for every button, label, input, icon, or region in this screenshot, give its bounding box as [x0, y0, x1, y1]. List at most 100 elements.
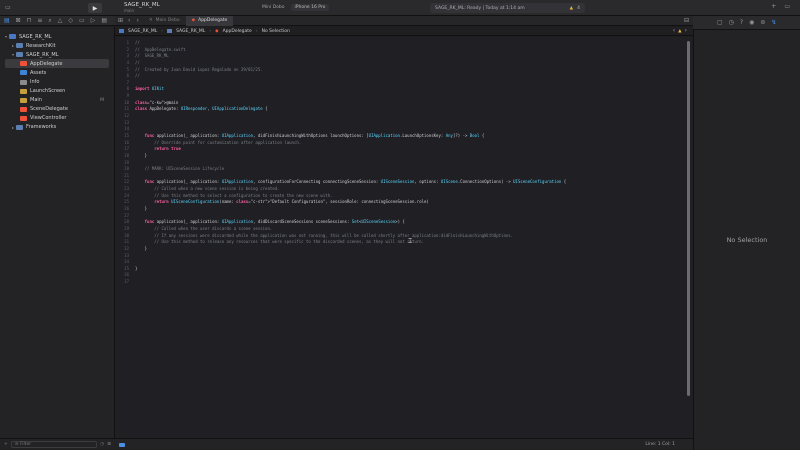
code-line[interactable]	[135, 93, 566, 100]
breadcrumb-selection[interactable]: No Selection	[262, 29, 290, 34]
code-line[interactable]: // Override point for customization afte…	[135, 140, 566, 147]
breadcrumb-file[interactable]: AppDelegate	[223, 29, 252, 34]
code-line[interactable]: // AppDelegate.swift	[135, 47, 566, 54]
tree-item-project[interactable]: ▾ SAGE_RK_ML	[0, 32, 114, 41]
code-line[interactable]: // Use this method to select a configura…	[135, 193, 566, 200]
code-line[interactable]: return true	[135, 146, 566, 153]
issue-navigator-icon[interactable]: △	[58, 17, 63, 24]
destination-device[interactable]: iPhone 16 Pro	[290, 4, 330, 11]
code-line[interactable]	[135, 272, 566, 279]
source-editor[interactable]: 1 2 3 4 5 6 7 8 9 10 11 12 13 14 15 16 17 18 19 20 21 22 23 24 2…	[115, 37, 693, 438]
code-line[interactable]	[135, 120, 566, 127]
accessibility-icon[interactable]: ◉	[749, 19, 754, 26]
code-line[interactable]: // Called when a new scene session is be…	[135, 186, 566, 193]
code-line[interactable]: func application(_ application: UIApplic…	[135, 133, 566, 140]
tree-item-main[interactable]: Main M	[0, 96, 114, 105]
inspector-toggle-icon[interactable]: ▭	[784, 4, 790, 10]
code-line[interactable]: class="c-kw">@main	[135, 100, 566, 107]
bookmark-icon[interactable]: ⊓	[27, 17, 32, 24]
code-line[interactable]: // SAGE_RK_ML	[135, 53, 566, 60]
add-icon[interactable]: +	[771, 4, 776, 10]
inspector-selector-bar: ▢ ◷ ? ◉ ⊜ ↯	[693, 16, 800, 30]
code-line[interactable]: }	[135, 246, 566, 253]
report-icon[interactable]: ▤	[101, 17, 107, 24]
code-line[interactable]	[135, 253, 566, 260]
editor-scrollbar[interactable]	[687, 41, 690, 396]
project-navigator-icon[interactable]: ▤	[4, 17, 10, 24]
code-line[interactable]: func application(_ application: UIApplic…	[135, 219, 566, 226]
breadcrumb-project[interactable]: SAGE_RK_ML	[128, 29, 157, 34]
code-line[interactable]: }	[135, 206, 566, 213]
code-line[interactable]	[135, 259, 566, 266]
code-line[interactable]	[135, 173, 566, 180]
code-line[interactable]: // MARK: UISceneSession Lifecycle	[135, 166, 566, 173]
warning-icon[interactable]: ▲	[570, 6, 573, 11]
run-button[interactable]: ▶	[88, 3, 102, 13]
code-line[interactable]: import UIKit	[135, 86, 566, 93]
code-line[interactable]	[135, 80, 566, 87]
tree-item-group[interactable]: ▾ SAGE_RK_ML	[0, 50, 114, 59]
tree-item-label: ViewController	[30, 115, 67, 122]
line-number: 9	[126, 93, 129, 99]
debug-navigator-icon[interactable]: ▭	[79, 17, 85, 24]
code-line[interactable]: // If any sessions were discarded while …	[135, 233, 566, 240]
code-line[interactable]	[135, 113, 566, 120]
filter-input[interactable]: ⊜ Filter	[10, 441, 98, 448]
warning-icon[interactable]: ▲	[678, 29, 681, 34]
tab-main[interactable]: ✕ Main Debo	[143, 16, 186, 26]
code-line[interactable]	[135, 126, 566, 133]
find-icon[interactable]: ⌕	[48, 17, 51, 24]
previous-issue-icon[interactable]: ‹	[673, 28, 675, 34]
sidebar-toggle-icon[interactable]: ▭	[5, 4, 11, 11]
split-editor-icon[interactable]: ⊟	[684, 17, 693, 24]
breakpoint-icon[interactable]: ▷	[91, 17, 96, 24]
code-line[interactable]: func application(_ application: UIApplic…	[135, 179, 567, 186]
next-issue-icon[interactable]: ›	[685, 28, 687, 34]
code-line[interactable]	[135, 279, 566, 286]
source-control-icon[interactable]: ⊠	[16, 17, 21, 24]
code-line[interactable]: // Created by Juan David Lopez Regalado …	[135, 67, 566, 74]
identity-inspector-icon[interactable]: ↯	[771, 19, 776, 26]
code-line[interactable]: return UISceneConfiguration(name: class=…	[135, 199, 566, 206]
tree-item-researchkit[interactable]: ▸ ResearchKit	[0, 41, 114, 50]
tree-item-assets[interactable]: Assets	[0, 68, 114, 77]
file-tree: ▾ SAGE_RK_ML ▸ ResearchKit ▾ SAGE_RK_ML …	[0, 27, 114, 132]
tree-item-label: ResearchKit	[26, 42, 56, 49]
add-icon[interactable]: +	[4, 442, 8, 447]
symbol-navigator-icon[interactable]: ≡	[37, 17, 42, 24]
tree-item-frameworks[interactable]: ▸ Frameworks	[0, 123, 114, 132]
source-control-filter-icon[interactable]: ⊠	[107, 442, 111, 447]
grid-icon[interactable]: ⊞	[115, 17, 126, 24]
code-line[interactable]: class AppDelegate: UIResponder, UIApplic…	[135, 106, 566, 113]
code-line[interactable]: // Use this method to release any resour…	[135, 239, 566, 246]
tab-appdelegate[interactable]: ◆ AppDelegate	[185, 15, 234, 26]
code-line[interactable]: //	[135, 73, 566, 80]
close-icon[interactable]: ✕	[149, 18, 153, 23]
code-line[interactable]	[135, 160, 566, 167]
forward-icon[interactable]: ›	[132, 17, 142, 24]
modified-badge: M	[100, 97, 104, 103]
debug-area-toggle-icon[interactable]	[119, 442, 125, 447]
test-navigator-icon[interactable]: ◇	[68, 17, 73, 24]
recent-files-icon[interactable]: ◷	[100, 442, 104, 447]
tree-item-info[interactable]: Info	[0, 77, 114, 86]
code-line[interactable]: }	[135, 153, 566, 160]
history-icon[interactable]: ◷	[729, 19, 734, 26]
attributes-icon[interactable]: ⊜	[760, 19, 765, 26]
tree-item-scenedelegate[interactable]: SceneDelegate	[0, 105, 114, 114]
tree-item-viewcontroller[interactable]: ViewController	[0, 114, 114, 123]
code-line[interactable]: }	[135, 266, 566, 273]
tree-item-launchscreen[interactable]: LaunchScreen	[0, 87, 114, 96]
run-destination[interactable]: Mini Dobo iPhone 16 Pro	[262, 4, 330, 11]
code-area[interactable]: //// AppDelegate.swift// SAGE_RK_ML//// …	[135, 40, 566, 286]
code-line[interactable]: //	[135, 60, 566, 67]
quick-help-icon[interactable]: ?	[740, 19, 743, 26]
code-line[interactable]	[135, 213, 566, 220]
code-line[interactable]: //	[135, 40, 566, 47]
breadcrumb-folder[interactable]: SAGE_RK_ML	[176, 29, 205, 34]
code-line[interactable]: // Called when the user discards a scene…	[135, 226, 566, 233]
tree-item-appdelegate[interactable]: AppDelegate	[5, 59, 109, 69]
activity-status: SAGE_RK_ML: Ready | Today at 1:14 am ▲ 4	[430, 3, 585, 13]
file-inspector-icon[interactable]: ▢	[717, 19, 723, 26]
scheme-selector[interactable]: SAGE_RK_ML main	[124, 2, 160, 13]
